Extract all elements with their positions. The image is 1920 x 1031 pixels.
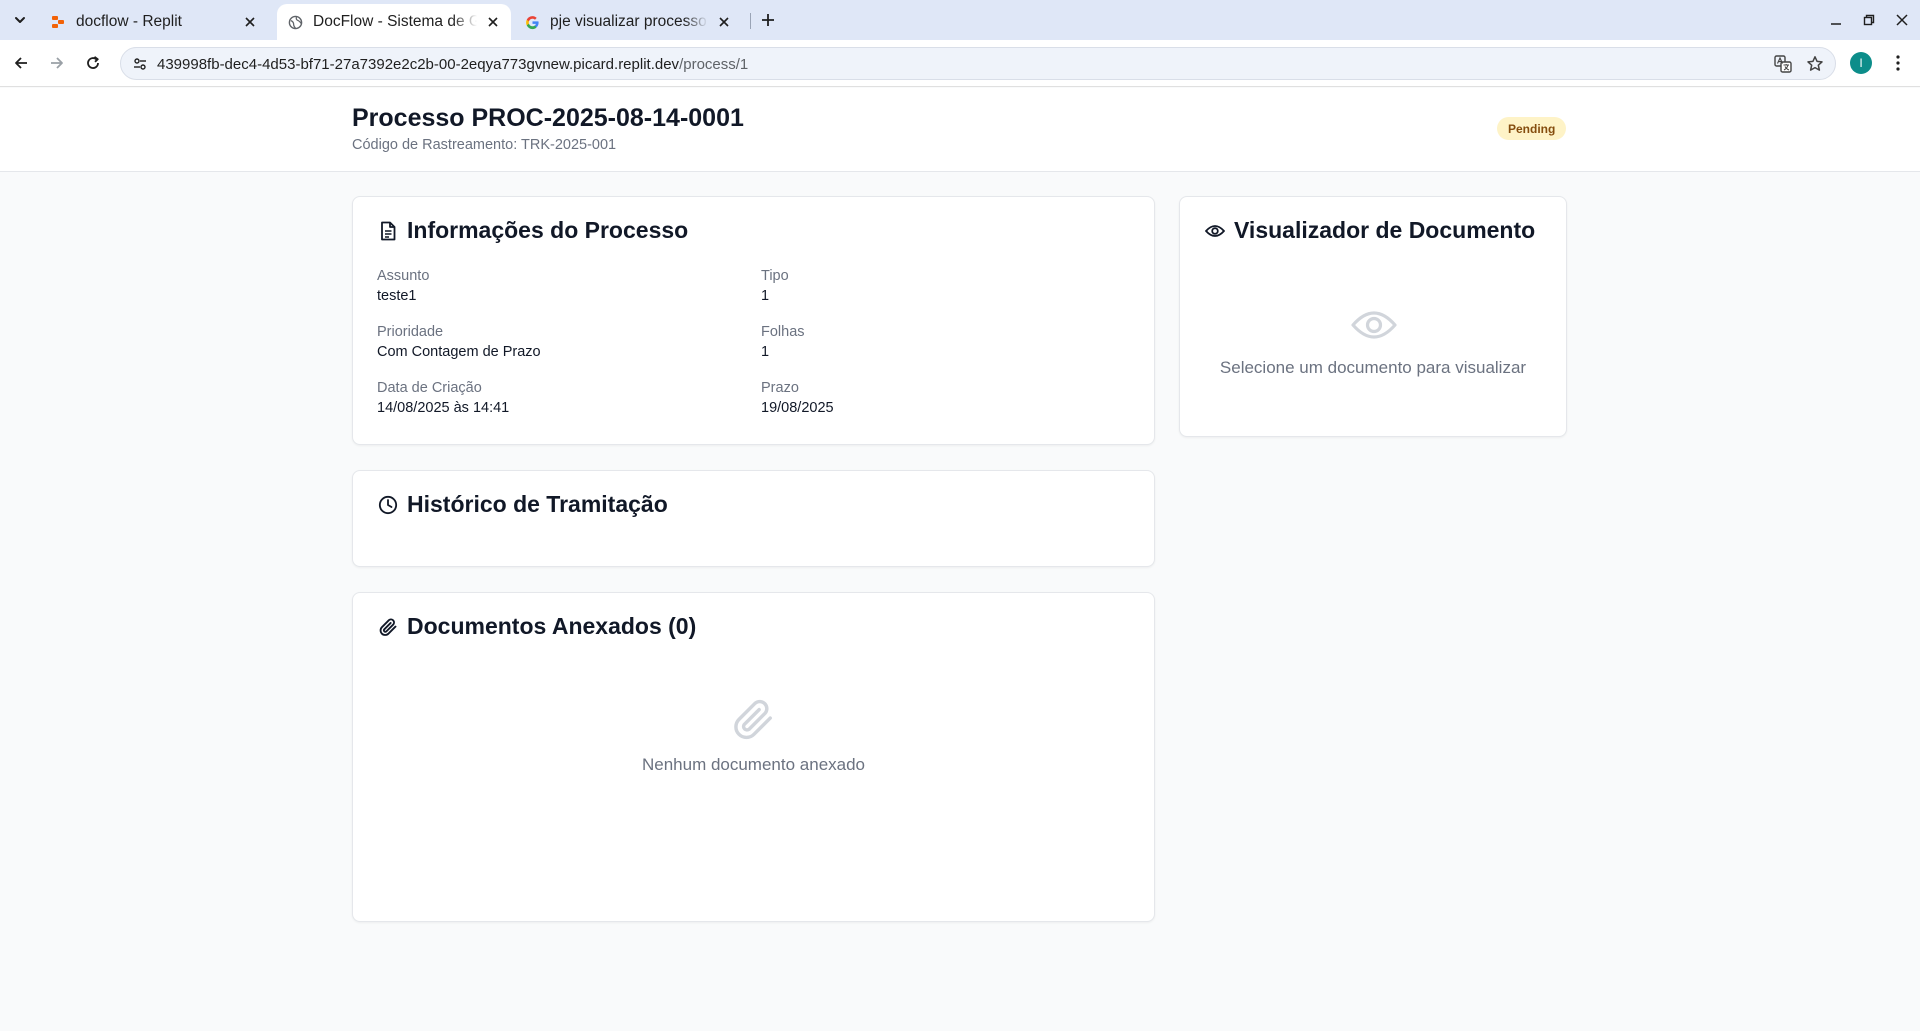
forward-button[interactable]: [44, 50, 70, 76]
back-button[interactable]: [8, 50, 34, 76]
google-icon: [524, 14, 540, 30]
browser-menu-button[interactable]: [1886, 51, 1910, 75]
tab-search-button[interactable]: [8, 8, 32, 32]
process-header: Processo PROC-2025-08-14-0001 Código de …: [0, 88, 1920, 172]
more-vertical-icon: [1896, 55, 1900, 71]
reload-button[interactable]: [80, 50, 106, 76]
field-value: teste1: [377, 288, 417, 304]
field-prazo: Prazo 19/08/2025: [761, 379, 834, 417]
documents-empty-message: Nenhum documento anexado: [641, 755, 866, 774]
field-label: Tipo: [761, 268, 789, 284]
close-tab-icon[interactable]: [483, 12, 503, 32]
card-heading: Histórico de Tramitação: [377, 491, 668, 518]
restore-button[interactable]: [1857, 8, 1881, 32]
document-viewer-card: Visualizador de Documento Selecione um d…: [1179, 196, 1567, 437]
attached-documents-card: Documentos Anexados (0) Nenhum documento…: [352, 592, 1155, 922]
tab-docflow-replit[interactable]: docflow - Replit: [40, 4, 268, 40]
field-folhas: Folhas 1: [761, 323, 805, 361]
file-text-icon: [377, 220, 399, 242]
close-window-button[interactable]: [1890, 8, 1914, 32]
field-label: Data de Criação: [377, 380, 482, 396]
page-title: Processo PROC-2025-08-14-0001: [352, 104, 744, 132]
tab-title: DocFlow - Sistema de Gestão: [313, 13, 477, 30]
new-tab-button[interactable]: [756, 8, 780, 32]
replit-icon: [50, 14, 66, 30]
restore-icon: [1863, 14, 1875, 26]
field-label: Prioridade: [377, 324, 444, 340]
site-settings-icon[interactable]: [131, 55, 149, 73]
paperclip-icon: [377, 616, 399, 638]
card-heading: Visualizador de Documento: [1204, 217, 1535, 244]
profile-avatar[interactable]: I: [1850, 52, 1872, 74]
globe-icon: [287, 14, 303, 30]
page-content: Processo PROC-2025-08-14-0001 Código de …: [0, 88, 1920, 1031]
eye-icon: [1204, 220, 1226, 242]
field-prioridade: Prioridade Com Contagem de Prazo: [377, 323, 541, 361]
history-card: Histórico de Tramitação: [352, 470, 1155, 567]
close-icon: [1896, 14, 1908, 26]
eye-icon: [1350, 305, 1398, 345]
field-value: 14/08/2025 às 14:41: [377, 400, 510, 416]
close-tab-icon[interactable]: [714, 12, 734, 32]
close-tab-icon[interactable]: [240, 12, 260, 32]
browser-toolbar: 439998fb-dec4-4d53-bf71-27a7392e2c2b-00-…: [0, 40, 1920, 87]
field-value: Com Contagem de Prazo: [377, 344, 541, 360]
process-info-card: Informações do Processo Assunto teste1 T…: [352, 196, 1155, 445]
address-bar[interactable]: 439998fb-dec4-4d53-bf71-27a7392e2c2b-00-…: [120, 47, 1836, 80]
card-heading: Documentos Anexados (0): [377, 613, 696, 640]
arrow-right-icon: [51, 57, 63, 69]
status-badge: Pending: [1497, 117, 1567, 140]
minimize-icon: [1831, 23, 1841, 25]
url-text: 439998fb-dec4-4d53-bf71-27a7392e2c2b-00-…: [157, 56, 748, 73]
clock-icon: [377, 494, 399, 516]
url-host: 439998fb-dec4-4d53-bf71-27a7392e2c2b-00-…: [157, 56, 680, 73]
field-value: 19/08/2025: [761, 400, 834, 416]
card-title: Histórico de Tramitação: [407, 491, 668, 517]
field-label: Assunto: [377, 268, 430, 284]
field-label: Prazo: [761, 380, 799, 396]
field-value: 1: [761, 344, 770, 360]
browser-tab-bar: docflow - Replit DocFlow - Sistema de Ge…: [0, 0, 1920, 40]
field-assunto: Assunto teste1: [377, 267, 429, 305]
field-tipo: Tipo 1: [761, 267, 789, 305]
tab-google-search[interactable]: pje visualizar processo - Pesquisa Googl…: [516, 4, 742, 40]
viewer-empty-message: Selecione um documento para visualizar: [1219, 358, 1527, 377]
arrow-left-icon: [15, 57, 27, 69]
reload-icon: [87, 56, 99, 69]
card-heading: Informações do Processo: [377, 217, 688, 244]
card-title: Documentos Anexados (0): [407, 613, 697, 639]
card-title: Visualizador de Documento: [1234, 217, 1536, 243]
bookmark-star-icon[interactable]: [1805, 54, 1825, 74]
tab-docflow-sistema[interactable]: DocFlow - Sistema de Gestão: [277, 4, 511, 40]
plus-icon: [762, 14, 774, 26]
url-path: /process/1: [679, 56, 749, 73]
card-title: Informações do Processo: [407, 217, 689, 243]
field-value: 1: [761, 288, 770, 304]
tracking-code: Código de Rastreamento: TRK-2025-001: [352, 137, 617, 153]
paperclip-icon: [729, 695, 777, 743]
tab-title: docflow - Replit: [76, 13, 182, 30]
field-data-criacao: Data de Criação 14/08/2025 às 14:41: [377, 379, 509, 417]
minimize-button[interactable]: [1824, 8, 1848, 32]
field-label: Folhas: [761, 324, 805, 340]
tab-separator: [750, 13, 751, 29]
chevron-down-icon: [15, 17, 25, 23]
translate-icon[interactable]: [1773, 54, 1793, 74]
tab-title: pje visualizar processo - Pesquisa Googl…: [550, 13, 708, 30]
